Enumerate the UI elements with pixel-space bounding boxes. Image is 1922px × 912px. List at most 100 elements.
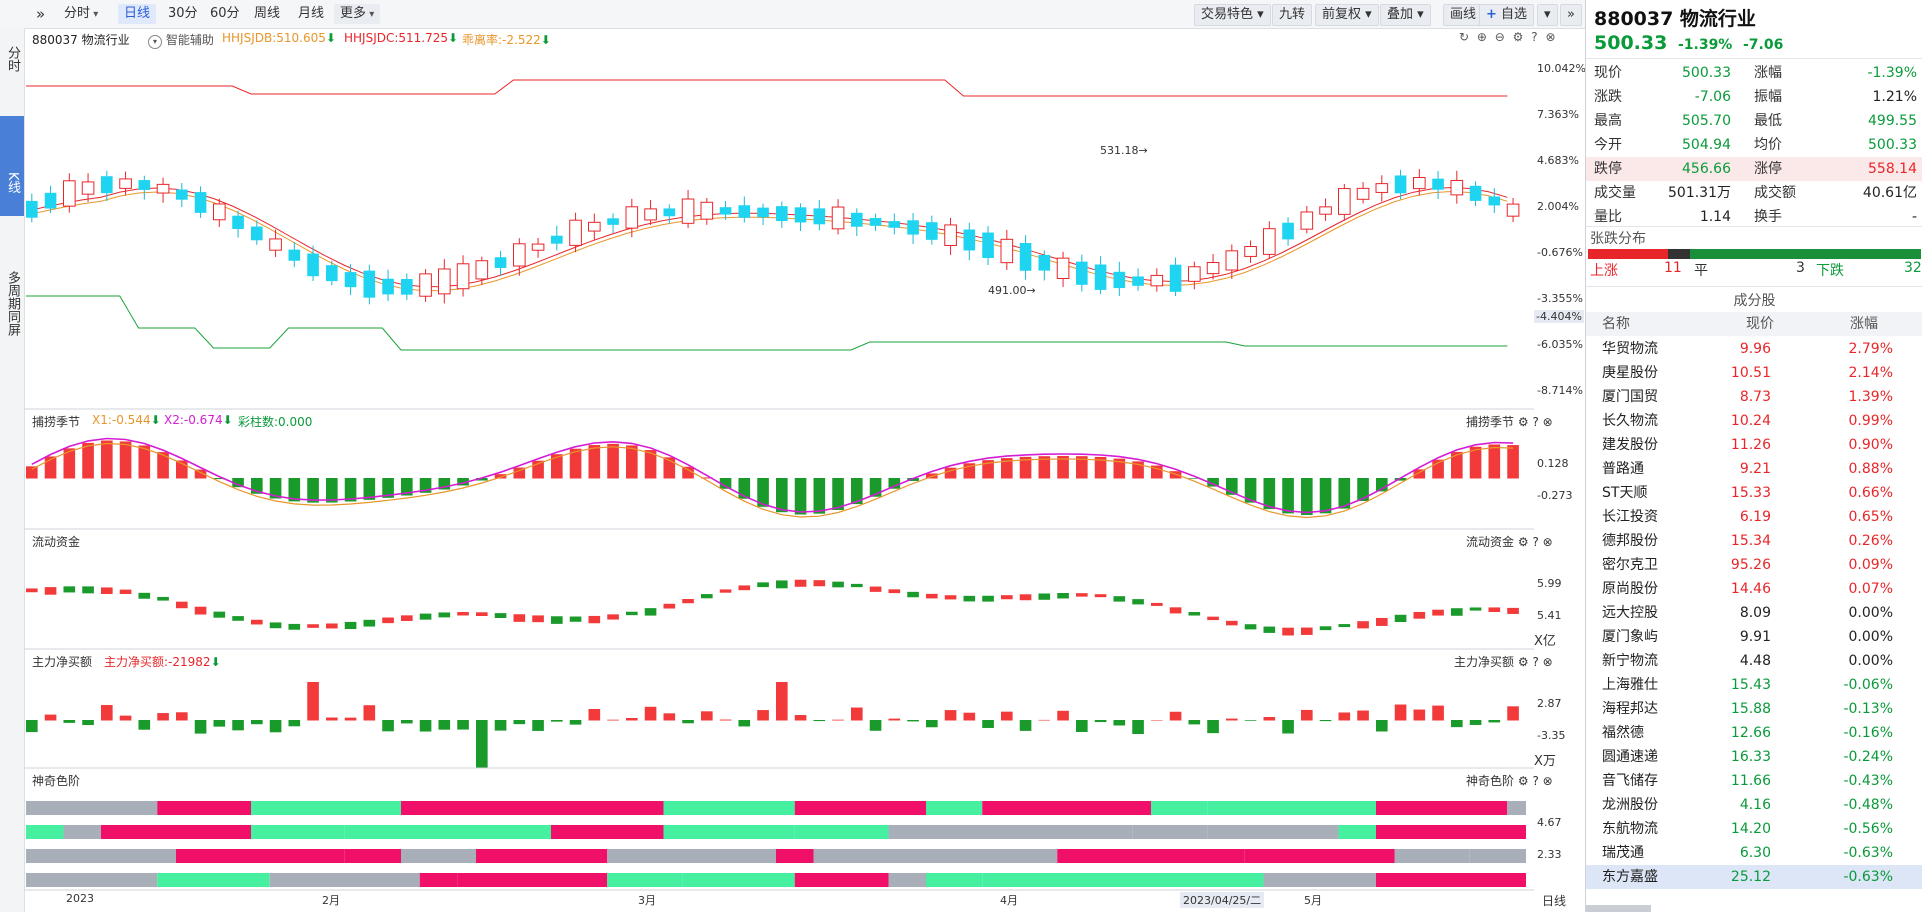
constituent-pct: 0.26% [1848, 533, 1893, 549]
constituent-row[interactable]: 长久物流 10.24 0.99% [1586, 409, 1922, 433]
main-y-label: 10.042% [1537, 62, 1586, 75]
liudong-mark [382, 617, 394, 624]
constituent-row[interactable]: 龙洲股份 4.16 -0.48% [1586, 793, 1922, 817]
expand-icon[interactable]: » [30, 4, 51, 24]
restore-rights-dropdown[interactable]: 前复权 ▾ [1315, 4, 1379, 26]
tab-fenshi[interactable]: 分时 [0, 34, 24, 84]
constituent-row[interactable]: 庚星股份 10.51 2.14% [1586, 361, 1922, 385]
trade-feature-dropdown[interactable]: 交易特色 ▾ [1194, 4, 1271, 26]
constituent-row[interactable]: 厦门国贸 8.73 1.39% [1586, 385, 1922, 409]
zhuli-value: 主力净买额:-21982⬇ [104, 655, 221, 669]
watchlist-button[interactable]: + 自选 [1479, 4, 1535, 26]
constituent-row[interactable]: 建发股份 11.26 0.90% [1586, 433, 1922, 457]
constituent-row[interactable]: 原尚股份 14.46 0.07% [1586, 577, 1922, 601]
period-week-button[interactable]: 周线 [248, 4, 286, 24]
x-axis-label: 3月 [638, 894, 656, 907]
constituent-name: 东航物流 [1602, 821, 1658, 837]
liudong-mark [588, 615, 601, 624]
candle-body [963, 229, 976, 251]
liudong-mark [1319, 626, 1332, 631]
constituent-row[interactable]: 东航物流 14.20 -0.56% [1586, 817, 1922, 841]
constituent-row[interactable]: 长江投资 6.19 0.65% [1586, 505, 1922, 529]
candle-body [776, 206, 788, 222]
period-fenshi-button[interactable]: 分时 [58, 4, 104, 24]
shenqi-segment [401, 849, 476, 863]
shenqi-segment [401, 801, 551, 815]
tab-kline[interactable]: K线 [0, 116, 24, 216]
constituent-row[interactable]: 福然德 12.66 -0.16% [1586, 721, 1922, 745]
zhuli-bar [1169, 711, 1182, 721]
constituent-row[interactable]: 德邦股份 15.34 0.26% [1586, 529, 1922, 553]
constituent-row[interactable]: 上海雅仕 15.43 -0.06% [1586, 673, 1922, 697]
quote-pct: -1.39% [1677, 37, 1733, 53]
candle-body [26, 200, 38, 218]
constituent-row[interactable]: 圆通速递 16.33 -0.24% [1586, 745, 1922, 769]
zhuli-bar [551, 720, 563, 722]
constituent-pct: 0.00% [1848, 605, 1893, 621]
jiuzhuan-button[interactable]: 九转 [1272, 4, 1313, 26]
period-30min-button[interactable]: 30分 [162, 4, 204, 24]
candle-body [401, 278, 413, 295]
quote-title: 880037 物流行业 [1594, 8, 1756, 30]
candle-body [344, 272, 357, 288]
scrollbar[interactable] [1586, 905, 1651, 912]
gear-icon[interactable]: ⚙ [1518, 655, 1529, 669]
shenqi-segment [157, 873, 270, 887]
liudong-mark [1432, 609, 1444, 616]
gear-icon[interactable]: ⚙ [1518, 774, 1529, 788]
constituent-row[interactable]: 新宁物流 4.48 0.00% [1586, 649, 1922, 673]
liudong-mark [607, 614, 619, 620]
liudong-mark [1244, 624, 1257, 630]
candle-body [1206, 261, 1220, 275]
liudong-mark [1057, 593, 1069, 599]
close-icon[interactable]: ⊗ [1543, 655, 1553, 669]
watchlist-dropdown-icon[interactable]: ▾ [1537, 4, 1558, 26]
help-icon[interactable]: ? [1532, 415, 1538, 429]
help-icon[interactable]: ? [1532, 655, 1538, 669]
help-icon[interactable]: ? [1532, 774, 1538, 788]
candle-body [81, 181, 95, 195]
draw-line-button[interactable]: 画线 [1443, 4, 1484, 26]
liudong-mark [63, 586, 76, 593]
constituent-row[interactable]: 瑞茂通 6.30 -0.63% [1586, 841, 1922, 865]
constituent-price: 15.34 [1730, 533, 1771, 549]
constituent-row[interactable]: ST天顺 15.33 0.66% [1586, 481, 1922, 505]
constituent-row[interactable]: 海程邦达 15.88 -0.13% [1586, 697, 1922, 721]
period-day-button[interactable]: 日线 [118, 4, 157, 24]
shenqi-segment [1469, 849, 1526, 863]
zhuli-bar [738, 720, 751, 727]
buhuo-bar [607, 443, 619, 479]
period-60min-button[interactable]: 60分 [204, 4, 246, 24]
help-icon[interactable]: ? [1532, 535, 1538, 549]
constituent-row[interactable]: 密尔克卫 95.26 0.09% [1586, 553, 1922, 577]
collapse-panel-icon[interactable]: » [1560, 4, 1582, 26]
period-month-button[interactable]: 月线 [292, 4, 330, 24]
constituent-row[interactable]: 普路通 9.21 0.88% [1586, 457, 1922, 481]
constituent-row[interactable]: 厦门象屿 9.91 0.00% [1586, 625, 1922, 649]
shenqi-segment [888, 873, 926, 887]
overlay-dropdown[interactable]: 叠加 ▾ [1380, 4, 1431, 26]
shenqi-segment [682, 873, 739, 887]
constituent-row[interactable]: 音飞储存 11.66 -0.43% [1586, 769, 1922, 793]
liudong-mark [1038, 593, 1051, 600]
constituent-price: 16.33 [1730, 749, 1771, 765]
constituent-row[interactable]: 华贸物流 9.96 2.79% [1586, 337, 1922, 361]
close-icon[interactable]: ⊗ [1543, 415, 1553, 429]
constituent-row[interactable]: 远大控股 8.09 0.00% [1586, 601, 1922, 625]
quote-label: 成交量 [1594, 185, 1636, 201]
close-icon[interactable]: ⊗ [1545, 30, 1555, 44]
chart-area[interactable]: 880037 物流行业 ▾ 智能辅助 HHJSJDB:510.605⬇ HHJS… [24, 28, 1586, 912]
liudong-mark [1507, 607, 1519, 614]
close-icon[interactable]: ⊗ [1543, 535, 1553, 549]
zhuli-bar [213, 720, 226, 727]
tab-multi-period[interactable]: 多周期同屏 [0, 238, 24, 368]
gear-icon[interactable]: ⚙ [1518, 535, 1529, 549]
gear-icon[interactable]: ⚙ [1518, 415, 1529, 429]
close-icon[interactable]: ⊗ [1543, 774, 1553, 788]
constituent-row[interactable]: 东方嘉盛 25.12 -0.63% [1586, 865, 1922, 889]
zhuli-bar [1432, 705, 1444, 721]
zhuli-bar [494, 720, 507, 731]
more-periods-button[interactable]: 更多 [334, 4, 381, 24]
liudong-mark [1263, 626, 1276, 633]
liudong-mark [663, 603, 676, 609]
